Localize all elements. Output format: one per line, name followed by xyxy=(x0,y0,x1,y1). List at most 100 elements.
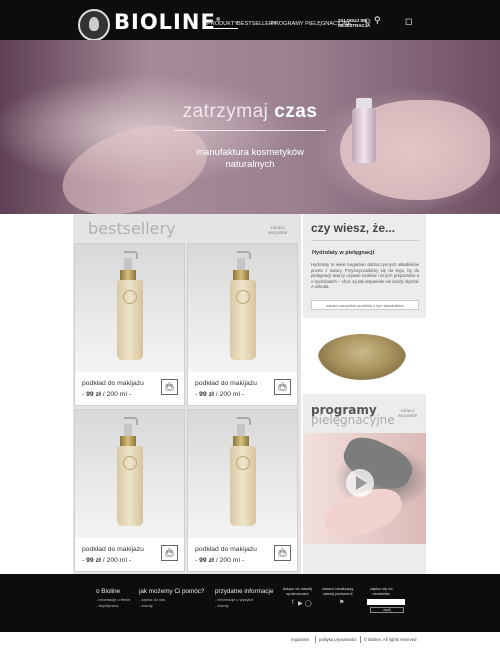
facebook-icon[interactable]: f xyxy=(292,600,294,606)
add-to-cart-button[interactable]: 👜︎ xyxy=(161,545,178,561)
product-card[interactable]: podkład do makijażu - 99 zł / 200 ml - 👜… xyxy=(187,243,298,406)
bottle-ring xyxy=(233,436,249,446)
footer-link-cooperation[interactable]: - współpraca xyxy=(96,603,118,608)
price-value: 99 zł xyxy=(199,391,214,398)
programs-see-all-link[interactable]: zobacz wszystkie xyxy=(398,408,417,418)
programs-title-line2: pielęgnacyjne xyxy=(311,413,395,427)
product-card[interactable]: podkład do makijażu - 99 zł / 200 ml - 👜… xyxy=(74,409,185,572)
bottle-logo-icon xyxy=(123,456,137,470)
price-value: 99 zł xyxy=(199,557,214,564)
bestsellers-title: bestsellery xyxy=(88,219,176,238)
product-image[interactable] xyxy=(188,410,297,538)
product-price: - 99 zł / 200 ml - xyxy=(195,391,244,398)
price-value: 99 zł xyxy=(86,557,101,564)
product-name[interactable]: podkład do makijażu xyxy=(82,546,144,553)
hero-subtitle-line2: naturalnych xyxy=(225,159,275,170)
hero-subtitle-line1: manufaktura kosmetyków xyxy=(196,147,304,158)
hero-divider xyxy=(174,130,326,131)
youtube-icon[interactable]: ▶ xyxy=(298,600,303,607)
price-value: 99 zł xyxy=(86,391,101,398)
footer-link-company-info[interactable]: - informacje o firmie xyxy=(96,597,130,602)
add-to-cart-button[interactable]: 👜︎ xyxy=(274,379,291,395)
did-you-know-body: Hydrolaty to wiele bogactwo dobroczynnyc… xyxy=(311,262,419,290)
map-pin-icon[interactable]: ⚑ xyxy=(339,599,344,606)
price-volume: / 200 ml - xyxy=(213,557,245,564)
footer-link-shipping[interactable]: - informacje o wysyłce xyxy=(215,597,253,602)
bottle-neck xyxy=(124,424,132,436)
nav-produkty[interactable]: PRODUKTY xyxy=(207,21,239,29)
footer-link-returns[interactable]: - zwroty xyxy=(139,603,153,608)
copyright-text: © Bioline. All rights reserved xyxy=(364,637,417,642)
hero-title-bold: czas xyxy=(274,101,318,122)
instagram-icon[interactable]: ◯ xyxy=(305,600,312,607)
add-to-cart-button[interactable]: 👜︎ xyxy=(274,545,291,561)
bioline-logo-icon[interactable] xyxy=(78,9,110,41)
see-products-with-ingredient-button[interactable]: zobacz wszystkie produkty z tym składnik… xyxy=(311,300,419,310)
bottom-separator xyxy=(360,636,361,643)
programs-see-all-line2: wszystkie xyxy=(398,413,418,418)
bottle-ring xyxy=(120,270,136,280)
newsletter-email-input[interactable] xyxy=(367,599,405,605)
price-volume: / 200 ml - xyxy=(213,391,245,398)
footer-link-returns-info[interactable]: - zwroty xyxy=(215,603,229,608)
footer-social-label: dołącz do naszej społeczności xyxy=(283,586,312,596)
footer xyxy=(0,574,500,632)
hero-title-light: zatrzymaj xyxy=(182,101,269,122)
bottle-ring xyxy=(120,436,136,446)
see-all-line2: wszystkie xyxy=(268,230,288,235)
did-you-know-title: czy wiesz, że... xyxy=(311,221,396,235)
product-name[interactable]: podkład do makijażu xyxy=(195,546,257,553)
brand-logo[interactable]: BIOLINE® xyxy=(114,10,222,34)
shopping-bag-icon[interactable]: ◻ xyxy=(405,16,412,27)
hero-banner xyxy=(0,40,500,214)
product-card[interactable]: podkład do makijażu - 99 zł / 200 ml - 👜… xyxy=(74,243,185,406)
footer-col-info-title: przydatne informacje xyxy=(215,588,274,595)
footer-link-contact[interactable]: - zapisz do nas xyxy=(139,597,165,602)
privacy-policy-link[interactable]: polityka prywatności xyxy=(319,637,356,642)
product-name[interactable]: podkład do makijażu xyxy=(195,380,257,387)
price-volume: / 200 ml - xyxy=(100,391,132,398)
footer-newsletter-label: zapisz się na newsletter xyxy=(370,586,393,596)
search-icon[interactable]: ⚲ xyxy=(374,15,381,26)
shopping-bag-icon: 👜︎ xyxy=(164,382,175,391)
shopping-bag-icon: 👜︎ xyxy=(277,382,288,391)
price-volume: / 200 ml - xyxy=(100,557,132,564)
product-image[interactable] xyxy=(188,244,297,372)
product-image[interactable] xyxy=(75,410,184,538)
terms-link[interactable]: regulamin xyxy=(291,637,309,642)
hero-subtitle: manufaktura kosmetyków naturalnych xyxy=(175,147,325,171)
social-line2: społeczności xyxy=(286,590,309,596)
footer-col-help-title: jak możemy Ci pomóc? xyxy=(139,588,205,595)
header xyxy=(0,0,500,40)
bottle-neck xyxy=(124,258,132,270)
shopping-bag-icon: 👜︎ xyxy=(277,548,288,557)
add-to-cart-button[interactable]: 👜︎ xyxy=(161,379,178,395)
bottle-ring xyxy=(233,270,249,280)
store-line2: naszej perfumerii xyxy=(322,590,353,596)
footer-col-about-title: o Bioline xyxy=(96,588,121,595)
product-price: - 99 zł / 200 ml - xyxy=(195,557,244,564)
product-name[interactable]: podkład do makijażu xyxy=(82,380,144,387)
newsletter-line2: newsletter xyxy=(372,590,391,596)
newsletter-submit-button[interactable]: wyślij xyxy=(370,607,404,613)
user-icon[interactable]: ☺ xyxy=(363,16,372,26)
product-card[interactable]: podkład do makijażu - 99 zł / 200 ml - 👜… xyxy=(187,409,298,572)
bottle-neck xyxy=(237,258,245,270)
hero-title: zatrzymaj czas xyxy=(0,101,500,123)
shopping-bag-icon: 👜︎ xyxy=(164,548,175,557)
product-price: - 99 zł / 200 ml - xyxy=(82,557,131,564)
bestsellers-see-all-link[interactable]: zobacz wszystkie xyxy=(268,225,287,235)
bottle-logo-icon xyxy=(236,290,250,304)
seeds-image xyxy=(318,334,406,380)
bottom-separator xyxy=(315,636,316,643)
bottle-logo-icon xyxy=(236,456,250,470)
footer-store-label: zobacz lokalizację naszej perfumerii xyxy=(322,586,353,596)
bottle-neck xyxy=(237,424,245,436)
play-icon[interactable] xyxy=(346,469,374,497)
did-you-know-subtitle: Hydrolaty w pielęgnacji xyxy=(312,250,375,256)
did-you-know-divider xyxy=(311,240,419,241)
product-image[interactable] xyxy=(75,244,184,372)
brand-name: BIOLINE xyxy=(114,10,216,34)
bottle-logo-icon xyxy=(123,290,137,304)
product-price: - 99 zł / 200 ml - xyxy=(82,391,131,398)
